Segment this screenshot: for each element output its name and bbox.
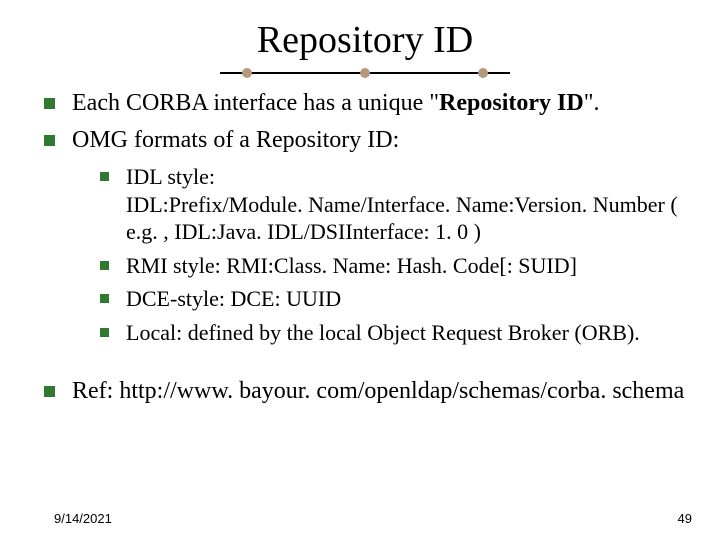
- sub-bullet-item: Local: defined by the local Object Reque…: [100, 319, 692, 347]
- bullet-text: OMG formats of a Repository ID:: [72, 127, 399, 153]
- underline-dot: [360, 68, 370, 78]
- bullet-text: Each CORBA interface has a unique ": [72, 90, 439, 116]
- page-title: Repository ID: [38, 18, 692, 62]
- sub-bullet-item: DCE-style: DCE: UUID: [100, 285, 692, 313]
- sub-bullet-text: DCE-style: DCE: UUID: [126, 286, 341, 311]
- bullet-text: Ref: http://www. bayour. com/openldap/sc…: [72, 378, 684, 404]
- slide: Repository ID Each CORBA interface has a…: [0, 0, 720, 540]
- sub-bullet-list: IDL style: IDL:Prefix/Module. Name/Inter…: [72, 163, 692, 346]
- sub-bullet-text: IDL:Prefix/Module. Name/Interface. Name:…: [126, 192, 678, 245]
- bullet-item: OMG formats of a Repository ID: IDL styl…: [44, 125, 692, 347]
- bullet-bold: Repository ID: [439, 90, 584, 116]
- sub-bullet-text: Local: defined by the local Object Reque…: [126, 320, 640, 345]
- underline-dot: [242, 68, 252, 78]
- sub-bullet-item: IDL style: IDL:Prefix/Module. Name/Inter…: [100, 163, 692, 246]
- bullet-item: Ref: http://www. bayour. com/openldap/sc…: [44, 376, 692, 407]
- bullet-list: Each CORBA interface has a unique "Repos…: [38, 88, 692, 407]
- footer-date: 9/14/2021: [54, 511, 112, 526]
- sub-bullet-text: RMI style: RMI:Class. Name: Hash. Code[:…: [126, 253, 577, 278]
- title-underline: [220, 66, 510, 80]
- bullet-item: Each CORBA interface has a unique "Repos…: [44, 88, 692, 119]
- underline-dot: [478, 68, 488, 78]
- sub-bullet-item: RMI style: RMI:Class. Name: Hash. Code[:…: [100, 252, 692, 280]
- footer-page: 49: [678, 511, 692, 526]
- sub-bullet-text: IDL style:: [126, 164, 215, 189]
- bullet-text-tail: ".: [584, 90, 600, 116]
